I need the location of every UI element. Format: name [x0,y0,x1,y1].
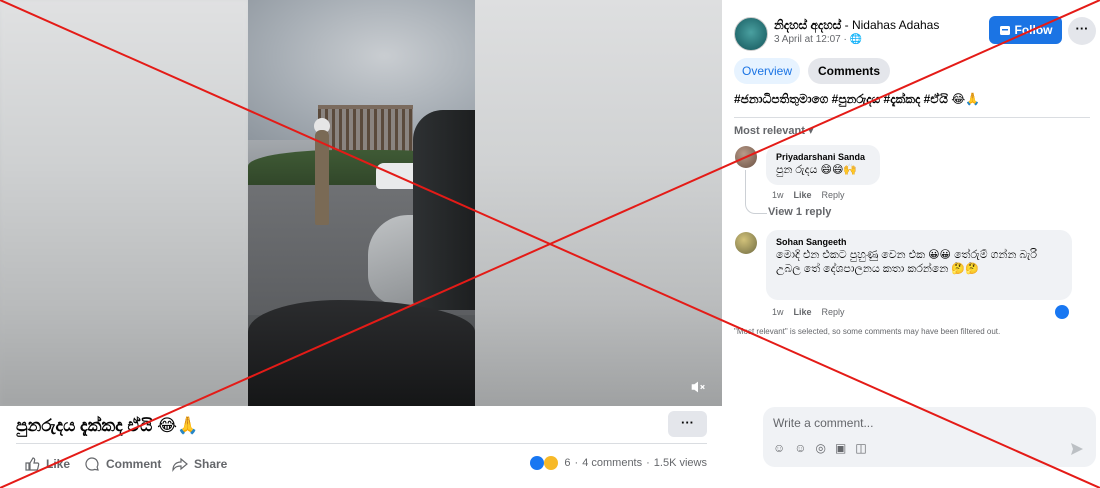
commenter-avatar[interactable] [735,232,757,254]
comment-count[interactable]: 4 comments [582,457,642,469]
comment-meta: 1w Like Reply [772,307,845,317]
emoji-icon[interactable]: ☺ [794,441,806,455]
comment-like-button[interactable]: Like [794,307,812,317]
composer-toolbar: ☺ ☺ ◎ ▣ ◫ [773,441,867,455]
volume-muted-icon[interactable] [689,378,707,396]
post-more-button[interactable]: ··· [668,411,707,437]
camera-icon[interactable]: ◎ [816,441,826,455]
view-count: 1.5K views [653,457,707,469]
comment-sort-dropdown[interactable]: Most relevant ▾ [734,124,814,137]
comment-bubble: Priyadarshani Sanda පුන රුදය 😄😄🙌 [766,145,880,185]
thumbs-up-icon [25,457,40,471]
reply-thread-line [745,170,767,214]
share-button[interactable]: Share [172,455,227,473]
like-label: Like [46,457,71,471]
comment-author[interactable]: Sohan Sangeeth [776,236,1062,248]
like-reaction-icon [530,456,545,470]
commenter-avatar[interactable] [735,146,757,168]
video-dashboard [248,300,475,406]
comment-age[interactable]: 1w [772,190,784,200]
send-icon[interactable] [1070,442,1084,456]
video-blur-backdrop-left [0,0,248,406]
page-more-button[interactable]: ··· [1068,17,1096,45]
comment-reply-button[interactable]: Reply [822,190,845,200]
comment-meta: 1w Like Reply [772,190,845,200]
comment-icon [85,457,99,471]
comment-bubble: Sohan Sangeeth මොදි එන එකට පුහුණු වෙන එක… [766,230,1072,300]
stats-separator: · [574,457,579,469]
page-name-sinhala[interactable]: නිදහස් අදහස් [774,18,841,32]
comment-age[interactable]: 1w [772,307,784,317]
avatar-sticker-icon[interactable]: ☺ [773,441,785,455]
tab-comments[interactable]: Comments [808,58,891,84]
divider [16,443,707,444]
video-blur-backdrop-right [475,0,722,406]
comment-composer[interactable]: Write a comment... ☺ ☺ ◎ ▣ ◫ [763,407,1096,467]
comment-text: පුන රුදය 😄😄🙌 [776,164,858,176]
comment-author[interactable]: Priyadarshani Sanda [776,151,870,163]
comment-text: මොදි එන එකට පුහුණු වෙන එක 😀😀 තේරුම් ගන්න… [776,249,1038,275]
comment-label: Comment [106,457,162,471]
follow-label: Follow [1014,23,1053,37]
stats-separator: · [646,457,650,469]
comment-input[interactable]: Write a comment... [773,416,873,430]
like-button[interactable]: Like [24,455,70,473]
comment-button[interactable]: Comment [84,455,161,473]
view-replies-link[interactable]: View 1 reply [768,206,831,218]
video-player[interactable] [0,0,722,406]
tab-overview[interactable]: Overview [734,58,801,84]
video-frame[interactable] [248,0,475,406]
page-name[interactable]: නිදහස් අදහස් - Nidahas Adahas [774,18,939,33]
gif-icon[interactable]: ▣ [835,441,846,455]
divider [734,117,1090,118]
post-timestamp[interactable]: 3 April at 12:07 · 🌐 [774,34,862,45]
reaction-count[interactable]: 6 [564,457,570,469]
comment-like-reaction-icon [1055,305,1069,319]
share-label: Share [194,457,228,471]
haha-reaction-icon [544,456,559,470]
post-hashtags[interactable]: #ජනාධිපතිතුමාගෙ #පුනරුදය #දැක්කද #ඒයි 😂🙏 [734,92,980,107]
follow-button[interactable]: Follow [989,16,1062,44]
follow-page-icon [999,26,1010,35]
post-caption: පුනරුදය දැක්කද ඒයි 😂🙏 [16,416,199,435]
post-stats: 6 · 4 comments · 1.5K views [530,456,707,470]
filter-note: "Most relevant" is selected, so some com… [734,327,1001,336]
sticker-icon[interactable]: ◫ [855,441,866,455]
post-sidebar: නිදහස් අදහස් - Nidahas Adahas 3 April at… [722,0,1100,488]
page-name-latin[interactable]: - Nidahas Adahas [841,18,940,32]
video-person [315,130,329,225]
video-rider [413,110,475,310]
share-icon [172,457,188,472]
comment-like-button[interactable]: Like [794,190,812,200]
page-avatar[interactable] [734,17,768,51]
comment-reply-button[interactable]: Reply [822,307,845,317]
